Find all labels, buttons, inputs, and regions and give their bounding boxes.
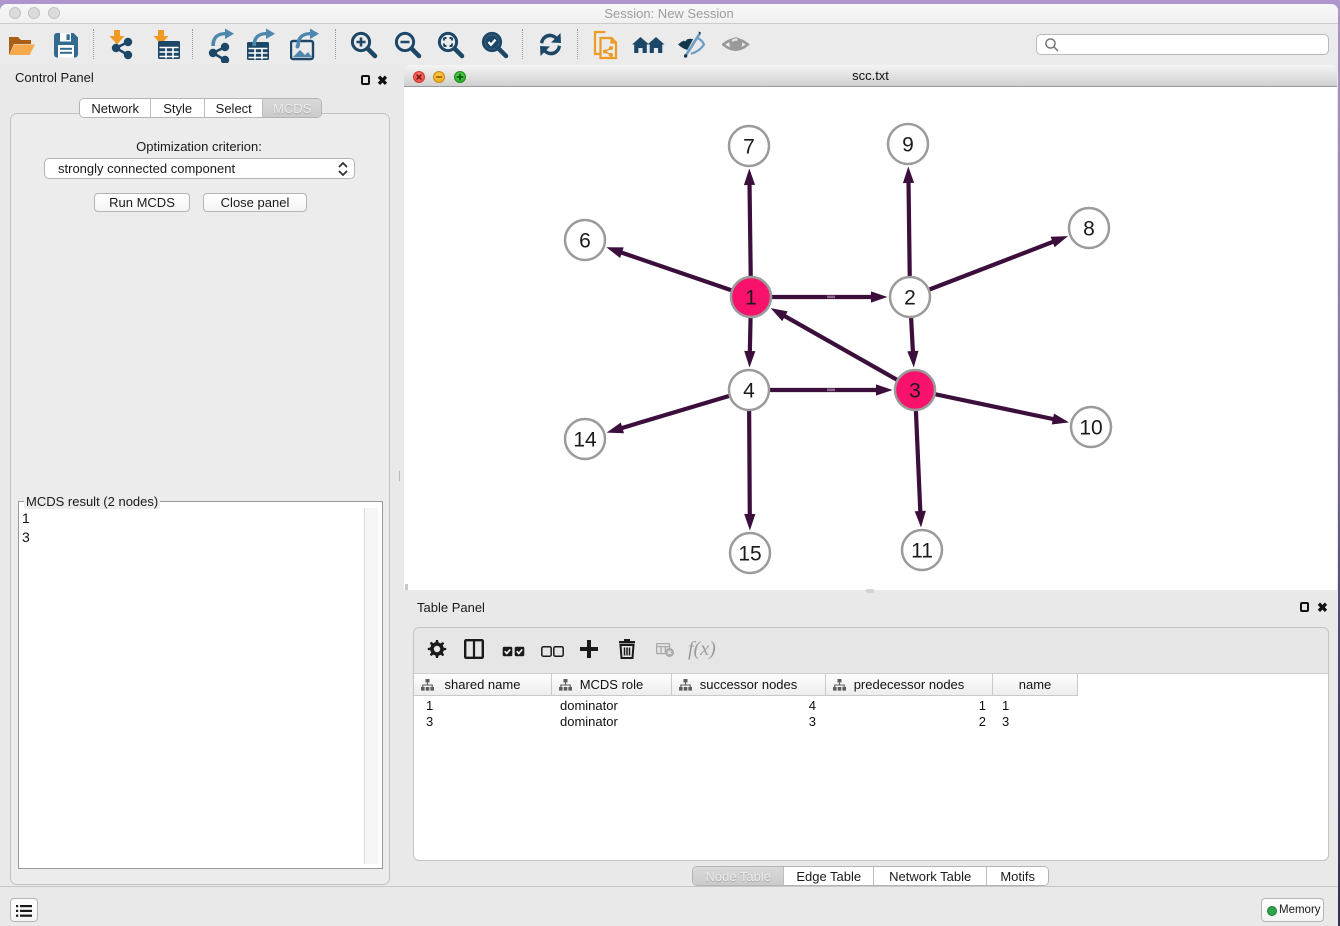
svg-text:3: 3 [909,380,921,403]
svg-text:15: 15 [738,543,761,566]
svg-text:11: 11 [911,540,933,563]
svg-text:6: 6 [579,230,591,253]
svg-text:10: 10 [1079,417,1102,440]
svg-text:14: 14 [573,429,597,452]
svg-text:7: 7 [743,136,755,159]
svg-text:8: 8 [1083,218,1095,241]
svg-text:1: 1 [745,287,757,310]
svg-text:2: 2 [904,287,916,310]
svg-text:9: 9 [902,134,914,157]
svg-text:4: 4 [743,380,755,403]
